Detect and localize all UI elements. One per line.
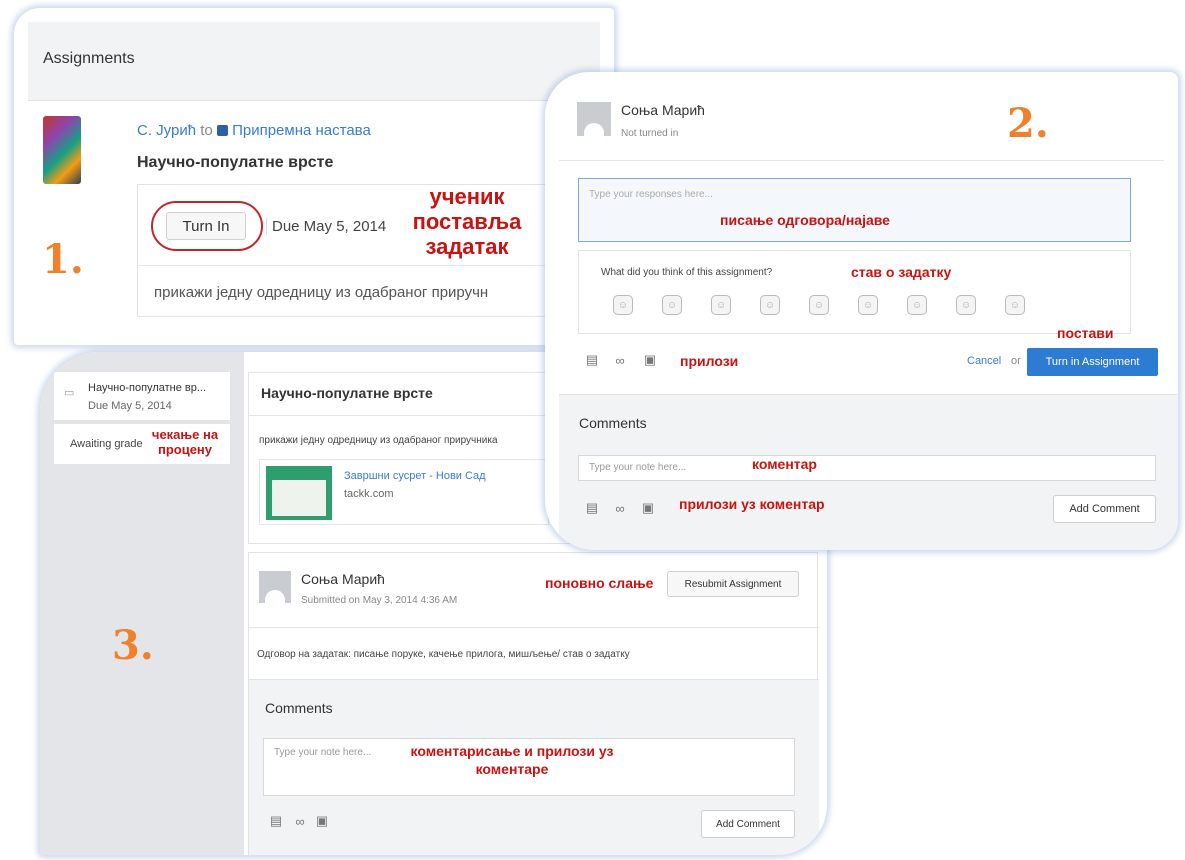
comment-input[interactable]: Type your note here... xyxy=(578,455,1156,481)
face-icon[interactable]: ☺ xyxy=(907,295,927,315)
comments-heading: Comments xyxy=(579,415,647,431)
annotation-resend: поновно слање xyxy=(545,575,654,591)
file-icon[interactable]: ▣ xyxy=(315,813,329,828)
comment-input-placeholder: Type your note here... xyxy=(589,462,687,473)
student-name: Соња Марић xyxy=(621,102,705,118)
comments-heading: Comments xyxy=(265,700,333,716)
detail-description: прикажи једну одредницу из одабраног при… xyxy=(259,435,498,446)
resubmit-assignment-button[interactable]: Resubmit Assignment xyxy=(667,571,799,597)
feedback-faces: ☺ ☺ ☺ ☺ ☺ ☺ ☺ ☺ ☺ xyxy=(613,295,1025,315)
turn-in-button[interactable]: Turn In xyxy=(166,212,246,240)
or-label: or xyxy=(1011,355,1021,367)
annotation-attachments: прилози xyxy=(680,353,739,369)
file-icon[interactable]: ▣ xyxy=(643,352,657,367)
link-icon[interactable]: ∞ xyxy=(293,814,307,829)
annotation-comment-attachments: прилози уз коментар xyxy=(679,496,825,512)
to-label: to xyxy=(200,122,213,139)
description-box-border xyxy=(137,264,614,317)
annotation-student-line1: ученик xyxy=(429,184,505,209)
note-icon[interactable]: ▤ xyxy=(585,500,599,515)
link-icon[interactable]: ∞ xyxy=(613,353,627,368)
note-icon[interactable]: ▤ xyxy=(585,352,599,367)
response-input-placeholder: Type your responses here... xyxy=(589,189,713,200)
awaiting-grade-label: Awaiting grade xyxy=(70,438,143,450)
group-square-icon xyxy=(216,125,228,136)
add-comment-button[interactable]: Add Comment xyxy=(701,810,795,838)
face-icon[interactable]: ☺ xyxy=(662,295,682,315)
annotation-student-posts: ученик поставља задатак xyxy=(403,184,531,259)
step-number-1: 1. xyxy=(42,236,84,283)
annotation-commenting: коментарисање и прилози уз коментаре xyxy=(392,742,632,778)
sidebar-due-date: Due May 5, 2014 xyxy=(88,400,172,412)
annotation-commenting-line1: коментарисање и прилози уз xyxy=(410,743,614,759)
link-domain: tackk.com xyxy=(344,488,394,500)
annotation-comment: коментар xyxy=(752,456,817,472)
submission-answer: Одговор на задатак: писање поруке, качењ… xyxy=(257,649,630,660)
student-name: Соња Марић xyxy=(301,571,385,587)
assignment-post-panel: Assignments С. Јурић to Припремна настав… xyxy=(14,8,614,345)
link-icon[interactable]: ∞ xyxy=(613,501,627,516)
assignments-heading: Assignments xyxy=(43,50,135,67)
face-icon[interactable]: ☺ xyxy=(858,295,878,315)
link-attachment-card[interactable]: Завршни сусрет - Нови Сад tackk.com xyxy=(259,459,549,525)
sidebar-assignment-title: Научно-популатне вр... xyxy=(88,382,207,394)
group-name-link[interactable]: Припремна настава xyxy=(232,122,371,139)
annotation-awaiting-line2: процену xyxy=(157,442,213,457)
submission-card: Соња Марић Submitted on May 3, 2014 4:36… xyxy=(248,552,819,855)
submission-status: Not turned in xyxy=(621,128,679,139)
annotation-awaiting-line1: чекање на xyxy=(151,427,219,442)
post-byline: С. Јурић to Припремна настава xyxy=(137,122,371,139)
student-avatar xyxy=(577,102,611,136)
feedback-question: What did you think of this assignment? xyxy=(601,267,773,278)
add-comment-button[interactable]: Add Comment xyxy=(1053,495,1156,523)
feedback-box: What did you think of this assignment? ☺… xyxy=(578,250,1131,334)
face-icon[interactable]: ☺ xyxy=(1005,295,1025,315)
turn-in-assignment-button[interactable]: Turn in Assignment xyxy=(1027,348,1158,376)
link-thumbnail xyxy=(266,466,332,520)
face-icon[interactable]: ☺ xyxy=(956,295,976,315)
detail-title: Научно-популатне врсте xyxy=(261,385,433,401)
annotation-writing: писање одговора/најаве xyxy=(720,212,890,228)
turn-in-form-panel: Соња Марић Not turned in Type your respo… xyxy=(545,72,1178,550)
face-icon[interactable]: ☺ xyxy=(711,295,731,315)
link-title[interactable]: Завршни сусрет - Нови Сад xyxy=(344,470,486,482)
submitted-date: Submitted on May 3, 2014 4:36 AM xyxy=(301,595,458,606)
student-avatar xyxy=(259,571,291,603)
document-icon: ▭ xyxy=(64,387,75,399)
annotation-student-line2: поставља xyxy=(412,209,522,234)
comment-input-placeholder: Type your note here... xyxy=(274,747,372,758)
face-icon[interactable]: ☺ xyxy=(613,295,633,315)
annotation-student-line3: задатак xyxy=(425,234,509,259)
cancel-link[interactable]: Cancel xyxy=(967,355,1001,367)
assignments-header: Assignments xyxy=(28,22,600,101)
annotation-awaiting: чекање на процену xyxy=(142,427,228,457)
annotation-submit: постави xyxy=(1057,325,1114,341)
file-icon[interactable]: ▣ xyxy=(641,500,655,515)
due-date: Due May 5, 2014 xyxy=(266,218,386,235)
face-icon[interactable]: ☺ xyxy=(760,295,780,315)
author-avatar xyxy=(43,116,81,184)
annotation-commenting-line2: коментаре xyxy=(475,761,549,777)
assignment-title: Научно-популатне врсте xyxy=(137,154,334,171)
annotation-attitude: став о задатку xyxy=(851,264,952,280)
comments-section: Comments Type your note here... ▤ ∞ ▣ Ad… xyxy=(559,394,1178,550)
response-input[interactable]: Type your responses here... xyxy=(578,178,1131,242)
face-icon[interactable]: ☺ xyxy=(809,295,829,315)
author-name-link[interactable]: С. Јурић xyxy=(137,122,196,139)
step-number-2: 2. xyxy=(1007,100,1049,147)
step-number-3: 3. xyxy=(112,622,154,669)
note-icon[interactable]: ▤ xyxy=(269,813,283,828)
sidebar-assignment-item[interactable]: ▭ Научно-популатне вр... Due May 5, 2014 xyxy=(54,372,230,420)
